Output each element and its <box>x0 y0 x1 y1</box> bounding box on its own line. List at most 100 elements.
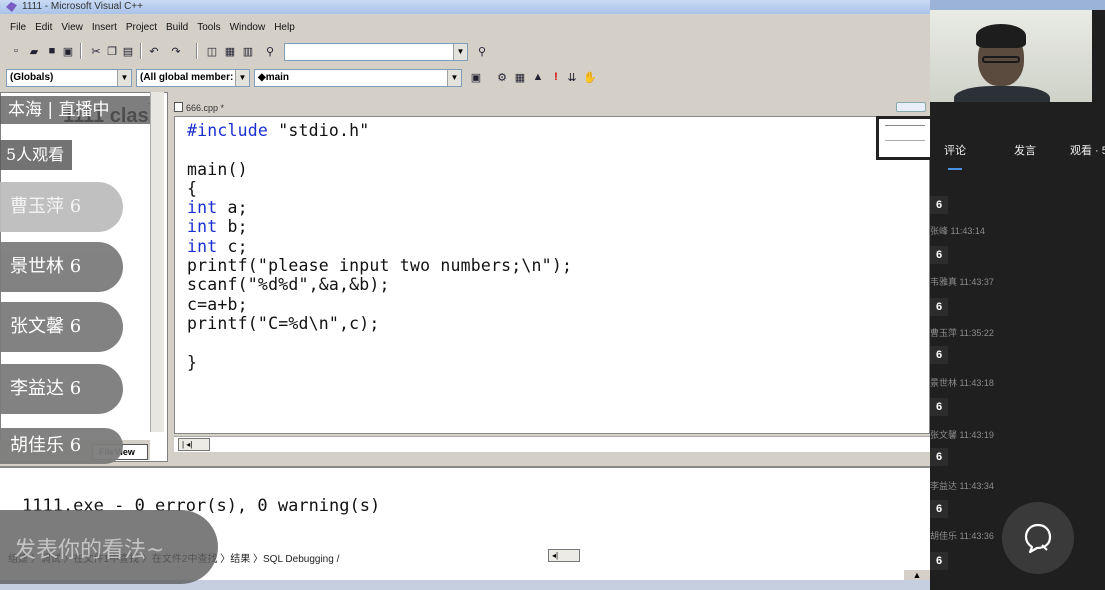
function-combo[interactable]: ◆main ▼ <box>254 69 462 87</box>
gift-pill: 张文馨 6 <box>0 302 123 352</box>
thumbnail-preview <box>876 116 930 160</box>
workspace-scrollbar[interactable] <box>150 92 164 432</box>
stop-build-icon[interactable]: ▲ <box>530 69 546 85</box>
scope-combo[interactable]: (Globals) ▼ <box>6 69 132 87</box>
tab-viewers[interactable]: 观看 · 5 <box>1070 142 1105 158</box>
comment-message: 6 <box>930 552 948 570</box>
tab-speak[interactable]: 发言 <box>1014 142 1036 158</box>
comment-message: 6 <box>930 398 948 416</box>
ide-window: 1111 - Microsoft Visual C++ File Edit Vi… <box>0 0 930 590</box>
open-folder-icon[interactable]: ▰ <box>26 43 42 59</box>
title-bar: 1111 - Microsoft Visual C++ <box>0 0 930 14</box>
workspace-icon[interactable]: ◫ <box>204 43 220 59</box>
code-line: printf("C=%d\n",c); <box>187 313 380 333</box>
paste-icon[interactable]: ▤ <box>120 43 136 59</box>
breakpoint-icon[interactable]: ✋ <box>582 69 598 85</box>
comment-message: 6 <box>930 500 948 518</box>
menu-view[interactable]: View <box>61 22 83 33</box>
new-file-icon[interactable]: ▫ <box>8 43 24 59</box>
wizard-action-icon[interactable]: ▣ <box>468 69 484 85</box>
find-icon[interactable]: ⚲ <box>474 43 490 59</box>
comment-author-time: 胡佳乐 11:43:36 <box>930 531 994 541</box>
comment-author-time: 张峰 11:43:14 <box>930 226 985 236</box>
code-editor[interactable]: #include "stdio.h" main(){int a; int b; int… <box>174 116 930 434</box>
comment-message: 6 <box>930 196 948 214</box>
cut-icon[interactable]: ✂ <box>88 43 104 59</box>
menu-help[interactable]: Help <box>274 22 295 33</box>
comment-message: 6 <box>930 298 948 316</box>
code-line: { <box>187 178 198 198</box>
code-line: scanf("%d%d",&a,&b); <box>187 275 390 295</box>
comment-input[interactable]: 发表你的看法~ <box>0 510 218 584</box>
find-in-files-icon[interactable]: ⚲ <box>262 43 278 59</box>
menu-project[interactable]: Project <box>126 22 157 33</box>
copy-icon[interactable]: ❐ <box>104 43 120 59</box>
live-side-panel: 评论 发言 观看 · 5 6 6 张峰 11:43:14 6 韦雅真 11:43:37 6… <box>930 0 1105 590</box>
gift-pill: 胡佳乐 6 <box>0 428 123 464</box>
code-line: main() <box>187 159 248 179</box>
editor-horizontal-scrollbar[interactable]: | ◂| <box>174 436 930 452</box>
code-line: } <box>187 352 198 372</box>
save-all-icon[interactable]: ▣ <box>60 43 76 59</box>
comment-message: 6 <box>930 448 948 466</box>
comment-author-time: 张文馨 11:43:19 <box>930 430 994 440</box>
document-icon <box>174 102 183 112</box>
find-combo[interactable]: ▼ <box>284 43 468 61</box>
scroll-arrows[interactable]: | ◂| <box>178 438 210 451</box>
compile-icon[interactable]: ⚙ <box>494 69 510 85</box>
menu-file[interactable]: File <box>10 22 26 33</box>
gift-pill: 曹玉萍 6 <box>0 182 123 232</box>
menu-bar: File Edit View Insert Project Build Tool… <box>0 18 930 36</box>
comment-message: 6 <box>930 346 948 364</box>
output-window-icon[interactable]: ▦ <box>222 43 238 59</box>
live-status-header: 本海 | 直播中 <box>0 96 150 124</box>
go-icon[interactable]: ⇊ <box>564 69 580 85</box>
window-frame-strip <box>930 0 1105 10</box>
chat-bubble-icon <box>1024 523 1052 554</box>
members-combo[interactable]: (All global member: ▼ <box>136 69 250 87</box>
code-text: #include "stdio.h" main(){int a; int b; int… <box>187 121 572 372</box>
editor-tab[interactable]: 666.cpp * <box>174 102 224 113</box>
menu-edit[interactable]: Edit <box>35 22 52 33</box>
redo-icon[interactable]: ↷ <box>168 43 184 59</box>
menu-tools[interactable]: Tools <box>197 22 220 33</box>
menu-build[interactable]: Build <box>166 22 188 33</box>
code-line: int c; <box>187 236 248 256</box>
code-line: int a; <box>187 198 248 218</box>
comment-author-time: 韦雅真 11:43:37 <box>930 277 994 287</box>
visual-cpp-icon <box>6 2 17 12</box>
comment-author-time: 曹玉萍 11:35:22 <box>930 328 994 338</box>
webcam-view <box>930 10 1092 102</box>
comment-author-time: 李益达 11:43:34 <box>930 481 994 491</box>
standard-toolbar: ▫ ▰ ■ ▣ ✂ ❐ ▤ ↶ ↷ ◫ ▦ ▥ ⚲ ▼ ⚲ <box>0 40 930 64</box>
window-list-icon[interactable]: ▥ <box>240 43 256 59</box>
menu-insert[interactable]: Insert <box>92 22 117 33</box>
side-tabs: 评论 发言 观看 · 5 <box>930 142 1105 164</box>
menu-window[interactable]: Window <box>230 22 266 33</box>
save-icon[interactable]: ■ <box>44 43 60 59</box>
gift-pill: 景世林 6 <box>0 242 123 292</box>
gift-pill: 李益达 6 <box>0 364 123 414</box>
viewer-count: 5人观看 <box>0 140 72 170</box>
build-icon[interactable]: ▦ <box>512 69 528 85</box>
execute-icon[interactable]: ! <box>548 69 564 85</box>
presenter-glasses <box>982 56 1020 63</box>
presenter-hair <box>976 24 1026 48</box>
tab-comments[interactable]: 评论 <box>944 142 966 158</box>
comment-author-time: 景世林 11:43:18 <box>930 378 994 388</box>
comment-message: 6 <box>930 246 948 264</box>
window-title: 1111 - Microsoft Visual C++ <box>22 1 143 12</box>
code-line: int b; <box>187 217 248 237</box>
chat-button[interactable] <box>1002 502 1074 574</box>
code-line: #include "stdio.h" <box>187 121 370 140</box>
presenter-body <box>954 86 1050 102</box>
output-scroll-arrows[interactable]: ◂| <box>548 549 580 562</box>
code-line: c=a+b; <box>187 294 248 314</box>
active-tab-indicator <box>948 168 962 170</box>
undo-icon[interactable]: ↶ <box>146 43 162 59</box>
code-line: printf("please input two numbers;\n"); <box>187 256 573 276</box>
wizard-toolbar: (Globals) ▼ (All global member: ▼ ◆main ▼ ▣… <box>0 66 930 90</box>
editor-window-button[interactable] <box>896 102 926 112</box>
